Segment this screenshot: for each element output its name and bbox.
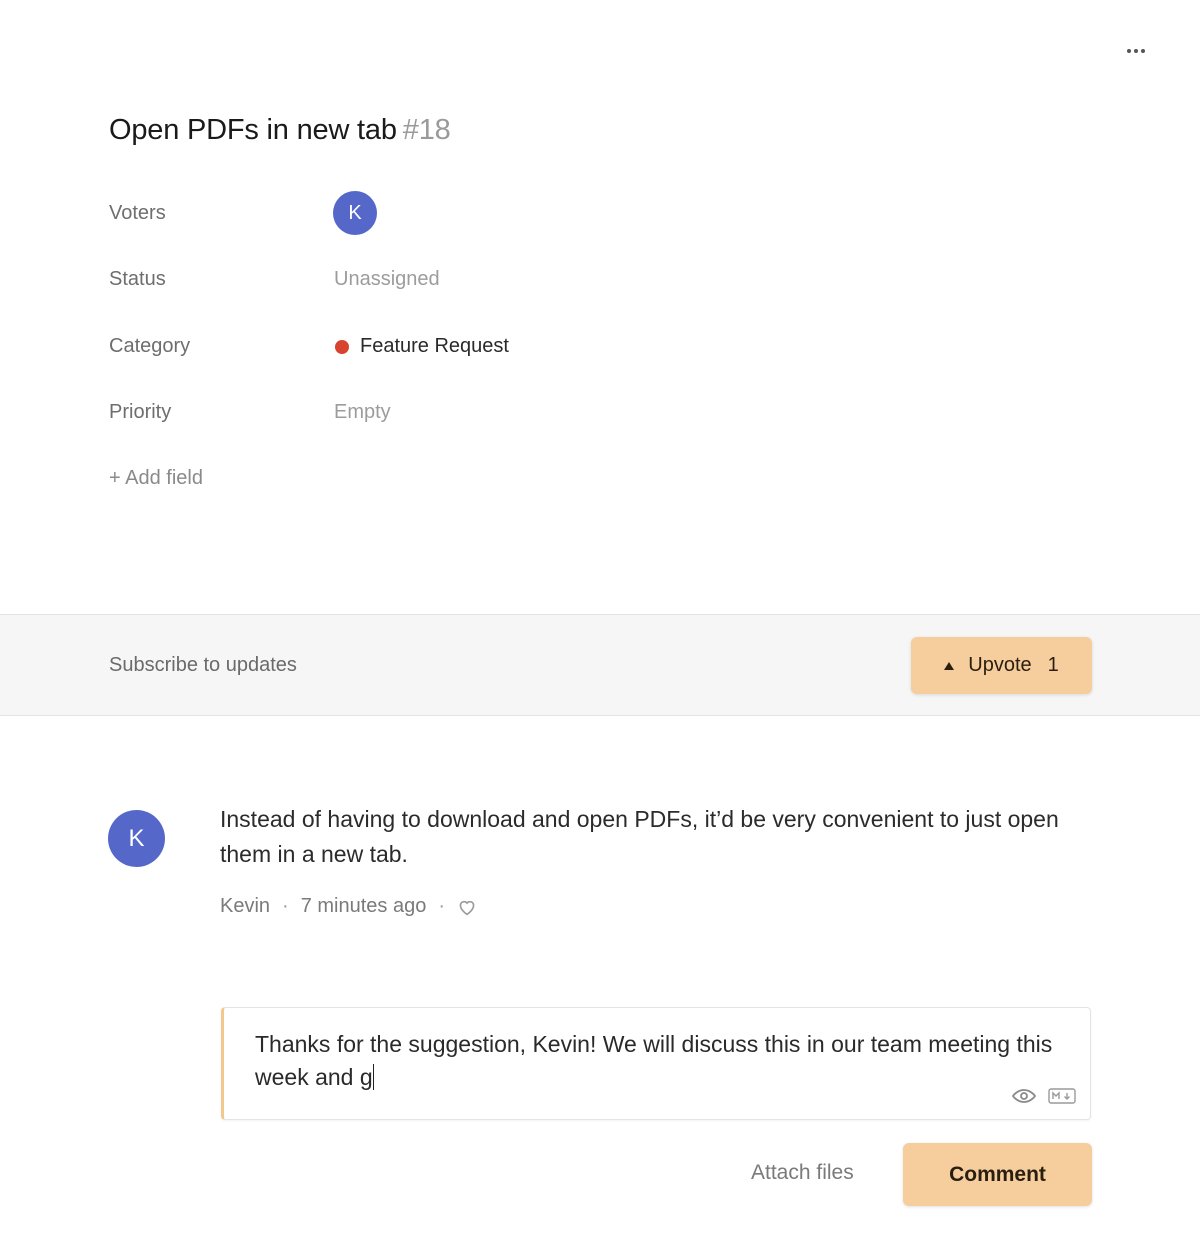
status-label: Status	[109, 268, 166, 290]
author-avatar[interactable]: K	[108, 810, 165, 867]
voters-label: Voters	[109, 202, 166, 224]
markdown-icon[interactable]	[1048, 1088, 1076, 1109]
subscribe-bar: Subscribe to updates Upvote 1	[0, 614, 1200, 716]
meta-separator: ·	[282, 895, 289, 917]
upvote-button[interactable]: Upvote 1	[911, 637, 1092, 694]
page-title: Open PDFs in new tab #18	[109, 114, 451, 147]
comment-draft: Thanks for the suggestion, Kevin! We wil…	[255, 1031, 1053, 1090]
upvote-arrow-icon	[944, 661, 955, 670]
more-dot	[1134, 49, 1138, 53]
comment-input-text[interactable]: Thanks for the suggestion, Kevin! We wil…	[255, 1028, 1055, 1094]
voter-avatar[interactable]: K	[333, 191, 377, 235]
eye-icon[interactable]	[1011, 1088, 1037, 1109]
category-name: Feature Request	[360, 335, 509, 357]
category-label: Category	[109, 335, 191, 357]
category-value[interactable]: Feature Request	[335, 335, 509, 358]
category-color-dot	[335, 339, 349, 354]
post-author[interactable]: Kevin	[220, 895, 270, 918]
priority-label: Priority	[109, 401, 172, 423]
more-options-icon[interactable]	[1116, 36, 1156, 66]
post-meta: Kevin · 7 minutes ago ·	[220, 895, 477, 918]
status-value[interactable]: Unassigned	[334, 268, 440, 291]
more-dot	[1141, 49, 1145, 53]
heart-icon[interactable]	[457, 898, 477, 916]
comment-button[interactable]: Comment	[903, 1143, 1092, 1206]
post-title: Open PDFs in new tab	[109, 114, 397, 146]
text-caret	[372, 1064, 374, 1090]
upvote-count: 1	[1047, 654, 1059, 676]
upvote-label: Upvote	[968, 654, 1032, 676]
post-detail-panel: Open PDFs in new tab #18 Voters K Status …	[0, 0, 1200, 1252]
comment-input[interactable]: Thanks for the suggestion, Kevin! We wil…	[221, 1007, 1091, 1120]
priority-value[interactable]: Empty	[334, 401, 391, 424]
post-body: Instead of having to download and open P…	[220, 806, 1059, 867]
post-number: #18	[402, 114, 451, 146]
post-timestamp: 7 minutes ago	[300, 895, 427, 917]
attach-files-button[interactable]: Attach files	[751, 1161, 854, 1185]
more-dot	[1127, 49, 1131, 53]
subscribe-link[interactable]: Subscribe to updates	[109, 654, 297, 677]
add-field-button[interactable]: + Add field	[109, 467, 203, 490]
meta-separator: ·	[438, 895, 446, 917]
